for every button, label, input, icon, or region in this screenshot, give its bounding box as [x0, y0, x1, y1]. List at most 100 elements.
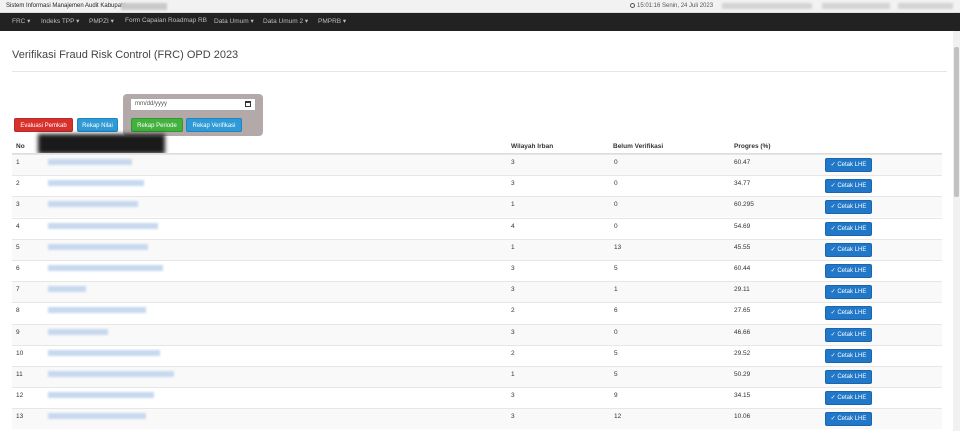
cetak-lhe-button[interactable]: ✓ Cetak LHE [825, 179, 872, 194]
cell-progres: 60.44 [734, 265, 751, 272]
cell-belum-verifikasi: 13 [614, 243, 622, 251]
nav-data-umum-2[interactable]: Data Umum 2 ▾ [263, 17, 308, 25]
cell-no: 8 [16, 307, 20, 315]
datetime-display: 15:01:16 Senin, 24 Juli 2023 [630, 3, 713, 9]
rekap-nilai-button[interactable]: Rekap Nilai [77, 118, 118, 132]
calendar-icon[interactable] [245, 101, 251, 107]
nav-frc[interactable]: FRC ▾ [12, 17, 30, 25]
cetak-lhe-button[interactable]: ✓ Cetak LHE [825, 285, 872, 300]
cell-wilayah-irban: 3 [511, 286, 515, 294]
cell-belum-verifikasi: 0 [614, 328, 618, 336]
opd-name-link-redacted[interactable] [48, 159, 132, 165]
title-divider [12, 71, 947, 72]
cell-progres: 34.15 [734, 392, 751, 400]
cetak-lhe-button[interactable]: ✓ Cetak LHE [825, 412, 872, 427]
rekap-periode-button[interactable]: Rekap Periode [131, 118, 183, 132]
cell-wilayah-irban: 3 [511, 413, 515, 421]
cetak-lhe-button[interactable]: ✓ Cetak LHE [825, 264, 872, 278]
nav-indeks-tpp[interactable]: Indeks TPP ▾ [41, 17, 79, 25]
header-wilayah-irban: Wilayah Irban [511, 143, 554, 150]
cell-wilayah-irban: 2 [511, 307, 515, 315]
date-placeholder: mm/dd/yyyy [135, 101, 168, 107]
evaluasi-pemkab-button[interactable]: Evaluasi Pemkab [14, 118, 73, 132]
rekap-verifikasi-button[interactable]: Rekap Verifikasi [186, 118, 242, 132]
cetak-lhe-button[interactable]: ✓ Cetak LHE [825, 158, 872, 172]
cell-wilayah-irban: 4 [511, 222, 515, 230]
cell-progres: 29.52 [734, 349, 751, 357]
cell-wilayah-irban: 3 [511, 180, 515, 188]
nav-pmpzi[interactable]: PMPZI ▾ [89, 17, 114, 25]
nav-pmprb[interactable]: PMPRB ▾ [318, 17, 346, 25]
cetak-lhe-button[interactable]: ✓ Cetak LHE [825, 370, 872, 384]
cell-progres: 46.66 [734, 328, 751, 336]
period-date-input[interactable]: mm/dd/yyyy [130, 98, 256, 111]
cell-progres: 54.69 [734, 222, 751, 230]
cell-progres: 50.29 [734, 371, 751, 378]
system-name: Sistem Informasi Manajemen Audit Kabupat… [6, 3, 127, 9]
datetime-text: 15:01:16 Senin, 24 Juli 2023 [637, 3, 714, 9]
nav-data-umum[interactable]: Data Umum ▾ [214, 17, 254, 25]
cell-wilayah-irban: 1 [511, 243, 515, 251]
cetak-lhe-button[interactable]: ✓ Cetak LHE [825, 348, 872, 363]
table-row: 2 3 0 34.77 ✓ Cetak LHE [12, 175, 942, 196]
opd-name-link-redacted[interactable] [48, 286, 86, 293]
cetak-lhe-button[interactable]: ✓ Cetak LHE [825, 306, 872, 321]
opd-name-link-redacted[interactable] [48, 222, 158, 229]
cetak-lhe-button[interactable]: ✓ Cetak LHE [825, 391, 872, 406]
cell-belum-verifikasi: 5 [614, 265, 618, 272]
table-row: 5 1 13 45.55 ✓ Cetak LHE [12, 238, 942, 260]
nav-form-capaian-roadmap[interactable]: Form Capaian Roadmap RB [125, 17, 207, 24]
redacted-user-info [722, 3, 812, 9]
table-row: 10 2 5 29.52 ✓ Cetak LHE [12, 344, 942, 366]
cell-belum-verifikasi: 1 [614, 286, 618, 294]
cetak-lhe-button[interactable]: ✓ Cetak LHE [825, 200, 872, 215]
table-row: 11 1 5 50.29 ✓ Cetak LHE [12, 366, 942, 387]
opd-name-link-redacted[interactable] [48, 328, 108, 335]
cell-no: 11 [16, 371, 23, 378]
opd-name-link-redacted[interactable] [48, 307, 146, 314]
system-topbar: Sistem Informasi Manajemen Audit Kabupat… [0, 0, 960, 13]
cell-progres: 29.11 [734, 286, 750, 294]
clock-icon [630, 3, 635, 8]
cell-wilayah-irban: 3 [511, 392, 515, 400]
header-progres: Progres (%) [734, 143, 771, 150]
cell-no: 3 [16, 201, 20, 209]
cell-wilayah-irban: 1 [511, 371, 515, 378]
redacted-column-header [38, 134, 165, 154]
opd-name-link-redacted[interactable] [48, 243, 148, 250]
redacted-user-menu[interactable] [898, 3, 953, 9]
table-row: 3 1 0 60.295 ✓ Cetak LHE [12, 196, 942, 218]
cell-wilayah-irban: 1 [511, 201, 515, 209]
cell-wilayah-irban: 2 [511, 349, 515, 357]
cell-no: 6 [16, 265, 20, 272]
table-row: 6 3 5 60.44 ✓ Cetak LHE [12, 260, 942, 281]
opd-name-link-redacted[interactable] [48, 392, 154, 399]
cell-no: 10 [16, 349, 24, 357]
opd-name-link-redacted[interactable] [48, 180, 144, 187]
cell-no: 4 [16, 222, 20, 230]
main-navbar: FRC ▾ Indeks TPP ▾ PMPZI ▾ Form Capaian … [0, 13, 960, 31]
cetak-lhe-button[interactable]: ✓ Cetak LHE [825, 242, 872, 257]
cell-progres: 45.55 [734, 243, 751, 251]
opd-name-link-redacted[interactable] [48, 265, 163, 271]
cell-progres: 10.06 [734, 413, 751, 421]
table-row: 12 3 9 34.15 ✓ Cetak LHE [12, 387, 942, 408]
cetak-lhe-button[interactable]: ✓ Cetak LHE [825, 221, 872, 236]
redacted-user-role [822, 3, 890, 9]
opd-name-link-redacted[interactable] [48, 349, 160, 356]
cetak-lhe-button[interactable]: ✓ Cetak LHE [825, 327, 872, 342]
header-no: No [16, 143, 25, 150]
table-row: 4 4 0 54.69 ✓ Cetak LHE [12, 217, 942, 239]
page-scrollbar[interactable] [953, 31, 960, 431]
opd-name-link-redacted[interactable] [48, 201, 138, 208]
cell-belum-verifikasi: 12 [614, 413, 622, 421]
opd-name-link-redacted[interactable] [48, 371, 174, 377]
opd-name-link-redacted[interactable] [48, 413, 146, 420]
scrollbar-thumb[interactable] [954, 47, 959, 197]
page-title: Verifikasi Fraud Risk Control (FRC) OPD … [12, 49, 239, 61]
cell-progres: 27.65 [734, 307, 751, 315]
cell-progres: 34.77 [734, 180, 751, 188]
table-row: 1 3 0 60.47 ✓ Cetak LHE [12, 154, 942, 175]
table-row: 7 3 1 29.11 ✓ Cetak LHE [12, 281, 942, 303]
table-row: 13 3 12 10.06 ✓ Cetak LHE [12, 408, 942, 430]
